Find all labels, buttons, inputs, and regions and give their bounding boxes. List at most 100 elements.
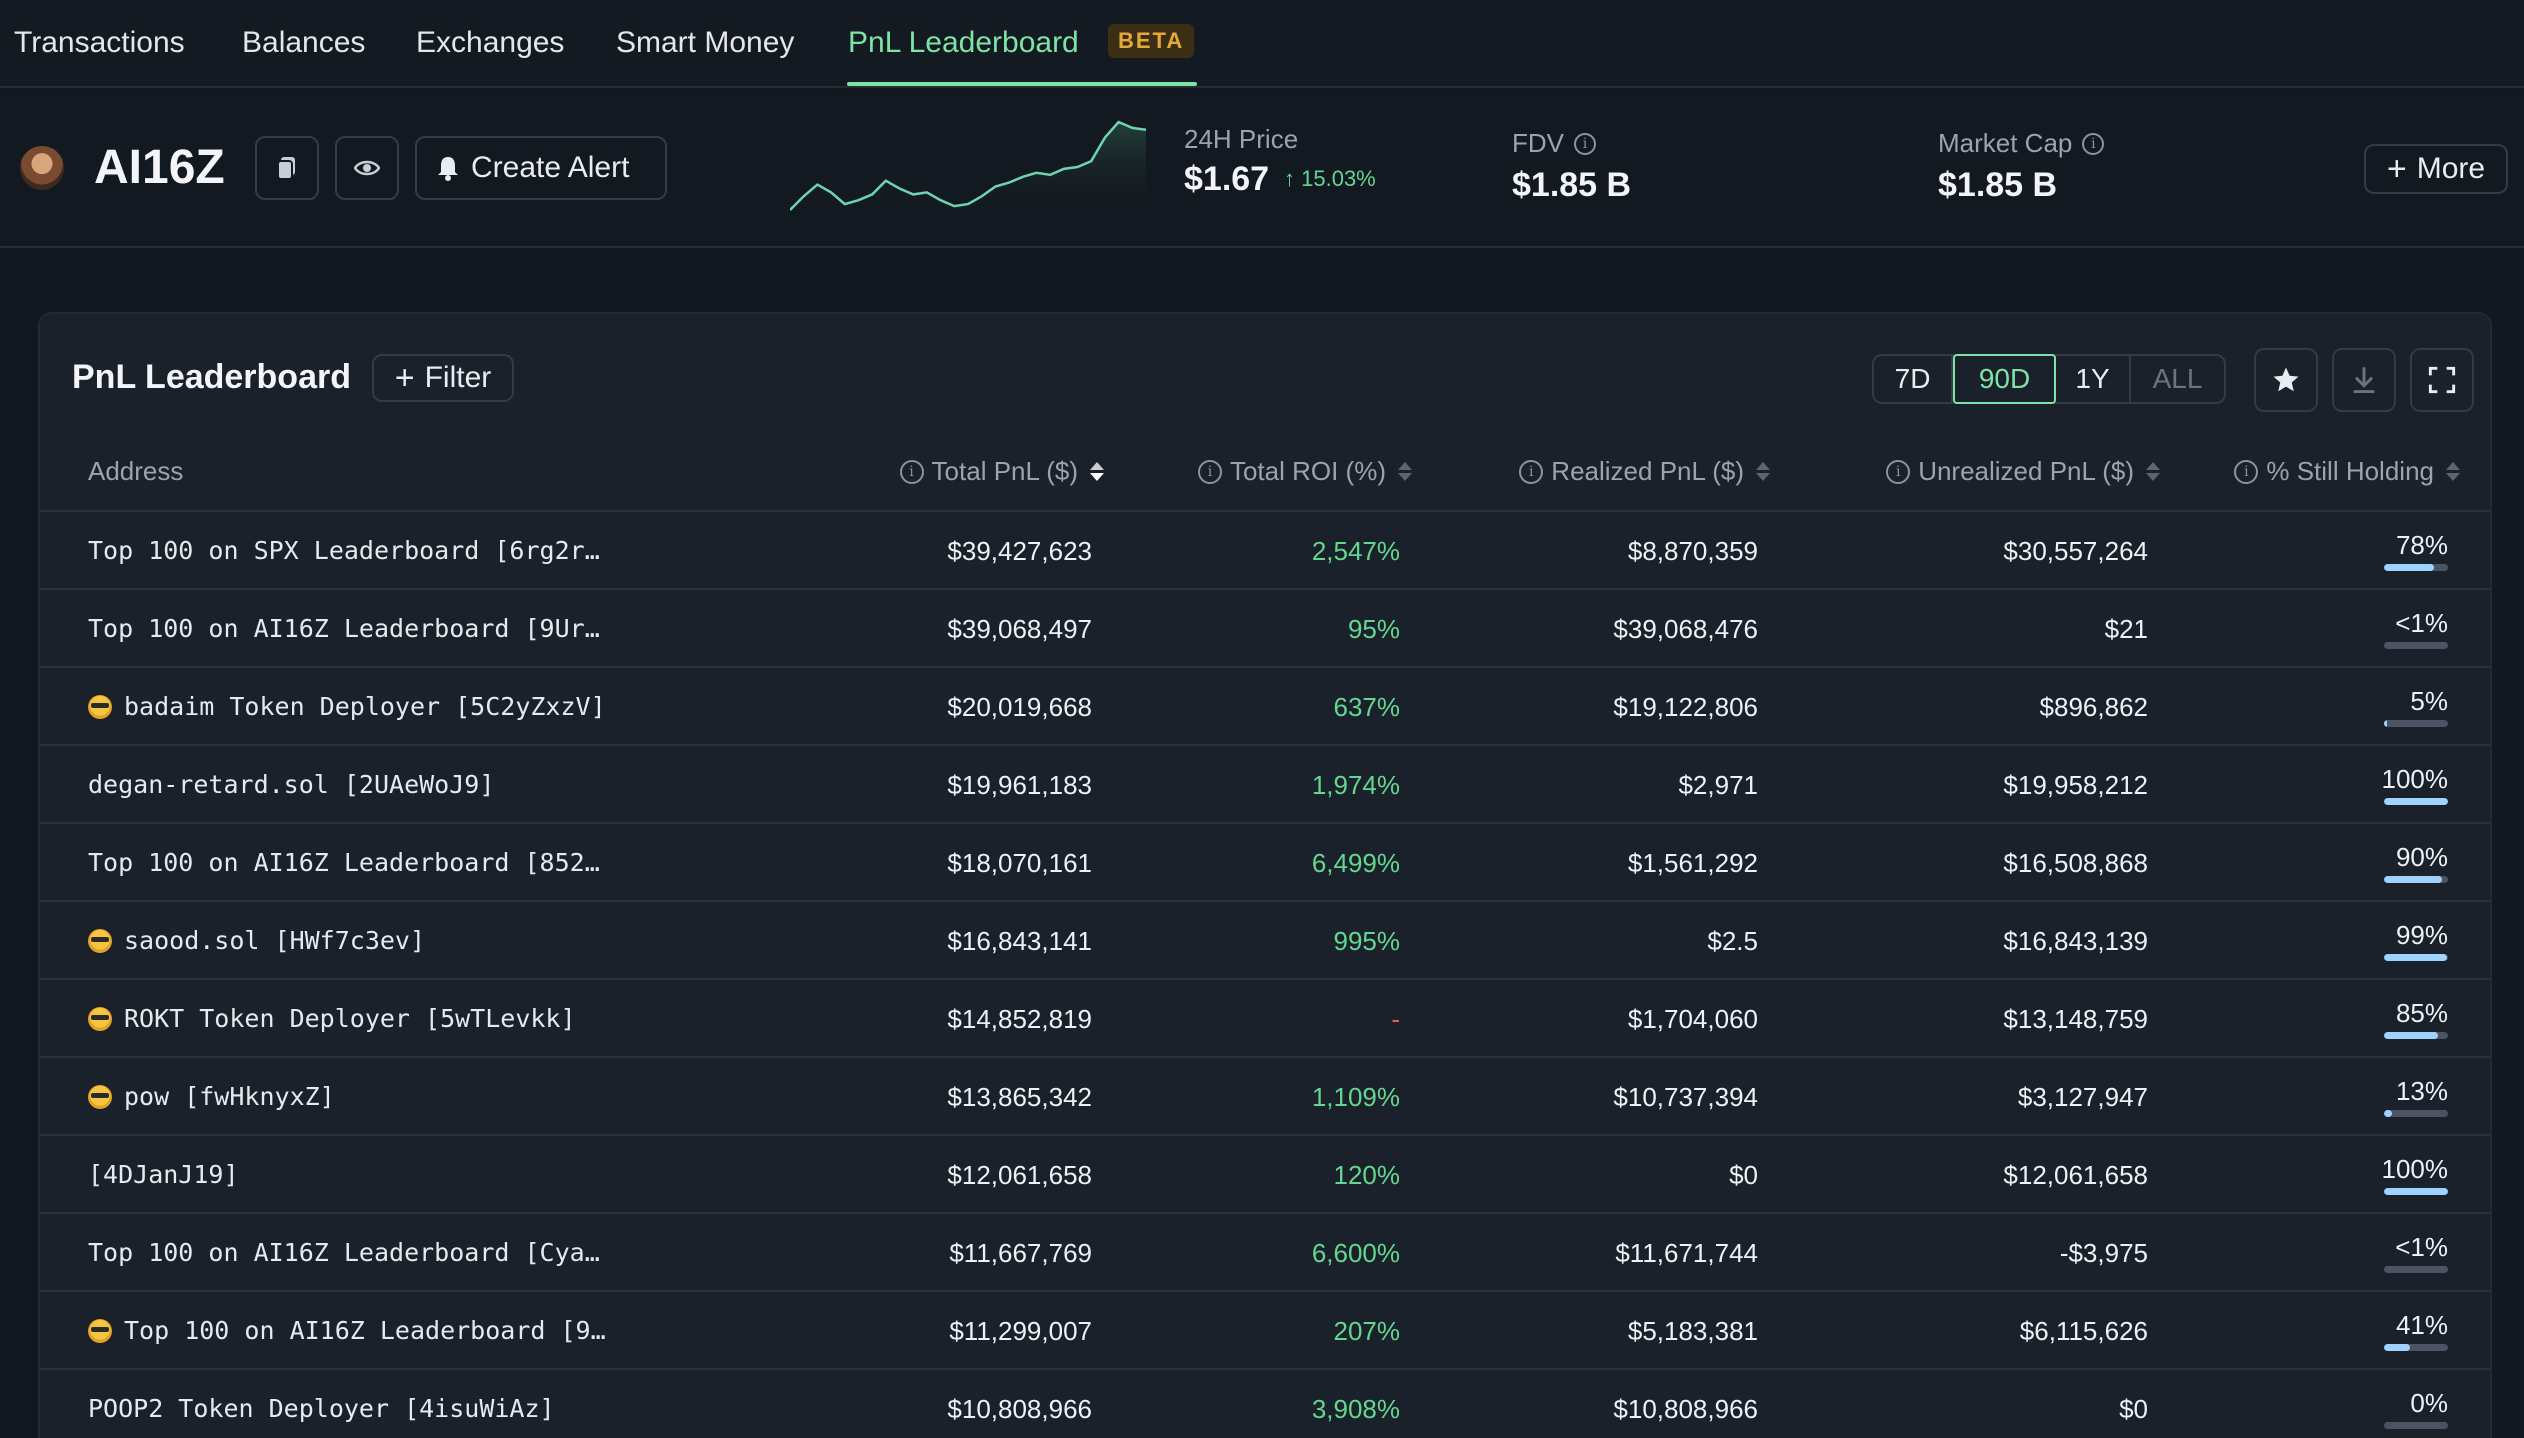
range-all[interactable]: ALL [2131, 356, 2224, 402]
table-row[interactable]: Top 100 on AI16Z Leaderboard [852… $18,07… [40, 824, 2490, 902]
info-icon[interactable]: i [1197, 459, 1222, 484]
header-total-pnl[interactable]: i Total PnL ($) [899, 456, 1104, 487]
table-row[interactable]: [4DJanJ19] $12,061,658 120% $0 $12,061,658 10… [40, 1136, 2490, 1214]
info-icon[interactable]: i [1519, 459, 1544, 484]
unrealized-pnl-cell: $6,115,626 [2019, 1316, 2148, 1346]
table-row[interactable]: pow [fwHknyxZ] $13,865,342 1,109% $10,737,3… [40, 1058, 2490, 1136]
address-cell[interactable]: Top 100 on AI16Z Leaderboard [9Ur… [88, 614, 600, 643]
address-cell[interactable]: pow [fwHknyxZ] [88, 1082, 335, 1111]
tab-smart-money[interactable]: Smart Money [616, 26, 794, 60]
sort-icon[interactable] [2146, 462, 2160, 481]
address-label[interactable]: badaim Token Deployer [5C2yZxzV] [124, 692, 606, 721]
still-holding-bar-fill [2384, 720, 2388, 727]
table-row[interactable]: Top 100 on AI16Z Leaderboard [Cya… $11,66… [40, 1214, 2490, 1292]
copy-icon [277, 157, 295, 180]
sort-desc-icon[interactable] [1090, 462, 1104, 481]
star-icon [2273, 367, 2299, 392]
still-holding-value: 78% [2395, 530, 2448, 560]
more-button[interactable]: + More [2364, 144, 2508, 194]
create-alert-button[interactable]: Create Alert [415, 136, 667, 200]
table-row[interactable]: saood.sol [HWf7c3ev] $16,843,141 995% $2.5 $… [40, 902, 2490, 980]
address-cell[interactable]: POOP2 Token Deployer [4isuWiAz] [88, 1394, 555, 1423]
watch-button[interactable] [335, 136, 399, 200]
header-still-holding[interactable]: i % Still Holding [2234, 456, 2460, 487]
info-icon[interactable]: i [899, 459, 924, 484]
table-row[interactable]: Top 100 on AI16Z Leaderboard [9Ur… $39,06… [40, 590, 2490, 668]
mcap-label-text: Market Cap [1938, 128, 2073, 158]
address-label[interactable]: [4DJanJ19] [88, 1160, 239, 1189]
realized-pnl-cell: $10,808,966 [1613, 1394, 1758, 1424]
table-row[interactable]: ROKT Token Deployer [5wTLevkk] $14,852,81… [40, 980, 2490, 1058]
still-holding-bar [2384, 1032, 2448, 1039]
sort-icon[interactable] [2446, 462, 2460, 481]
range-90d[interactable]: 90D [1953, 354, 2056, 404]
address-cell[interactable]: degan-retard.sol [2UAeWoJ9] [88, 770, 494, 799]
favorite-button[interactable] [2254, 348, 2318, 412]
info-icon[interactable]: i [1886, 459, 1911, 484]
total-pnl-cell: $39,068,497 [947, 614, 1092, 644]
address-cell[interactable]: Top 100 on SPX Leaderboard [6rg2r… [88, 536, 600, 565]
unrealized-pnl-cell: -$3,975 [2059, 1238, 2148, 1268]
address-cell[interactable]: Top 100 on AI16Z Leaderboard [Cya… [88, 1238, 600, 1267]
address-cell[interactable]: badaim Token Deployer [5C2yZxzV] [88, 692, 606, 721]
sunglasses-emoji-icon [88, 694, 112, 719]
realized-pnl-cell: $1,561,292 [1627, 848, 1758, 878]
download-icon [2353, 367, 2375, 393]
table-row[interactable]: Top 100 on AI16Z Leaderboard [9… $11,299,… [40, 1292, 2490, 1370]
total-roi-cell: 6,499% [1311, 848, 1400, 878]
realized-pnl-cell: $8,870,359 [1627, 536, 1758, 566]
range-7d[interactable]: 7D [1874, 356, 1954, 402]
tab-pnl-leaderboard[interactable]: PnL Leaderboard [848, 26, 1079, 60]
filter-button[interactable]: + Filter [372, 354, 514, 402]
tab-balances[interactable]: Balances [242, 26, 365, 60]
address-label[interactable]: saood.sol [HWf7c3ev] [124, 926, 425, 955]
table-row[interactable]: Top 100 on SPX Leaderboard [6rg2r… $39,42… [40, 512, 2490, 590]
sort-icon[interactable] [1398, 462, 1412, 481]
fullscreen-button[interactable] [2410, 348, 2474, 412]
address-label[interactable]: Top 100 on AI16Z Leaderboard [9… [124, 1316, 606, 1345]
header-realized-pnl[interactable]: i Realized PnL ($) [1519, 456, 1770, 487]
address-label[interactable]: POOP2 Token Deployer [4isuWiAz] [88, 1394, 555, 1423]
address-label[interactable]: Top 100 on AI16Z Leaderboard [9Ur… [88, 614, 600, 643]
address-label[interactable]: Top 100 on AI16Z Leaderboard [852… [88, 848, 600, 877]
header-total-roi[interactable]: i Total ROI (%) [1197, 456, 1412, 487]
unrealized-pnl-cell: $0 [2119, 1394, 2148, 1424]
total-pnl-cell: $14,852,819 [947, 1004, 1092, 1034]
table-row[interactable]: badaim Token Deployer [5C2yZxzV] $20,019,… [40, 668, 2490, 746]
tab-exchanges[interactable]: Exchanges [416, 26, 564, 60]
copy-button[interactable] [255, 136, 319, 200]
info-icon[interactable]: i [2082, 132, 2105, 155]
address-label[interactable]: ROKT Token Deployer [5wTLevkk] [124, 1004, 576, 1033]
bell-icon [438, 157, 458, 181]
address-cell[interactable]: ROKT Token Deployer [5wTLevkk] [88, 1004, 576, 1033]
still-holding-bar-fill [2384, 1344, 2411, 1351]
address-label[interactable]: Top 100 on AI16Z Leaderboard [Cya… [88, 1238, 600, 1267]
address-label[interactable]: pow [fwHknyxZ] [124, 1082, 335, 1111]
address-label[interactable]: Top 100 on SPX Leaderboard [6rg2r… [88, 536, 600, 565]
info-icon[interactable]: i [2234, 459, 2259, 484]
realized-pnl-cell: $10,737,394 [1613, 1082, 1758, 1112]
still-holding-value: 100% [2381, 1154, 2449, 1184]
header-unrealized-pnl[interactable]: i Unrealized PnL ($) [1886, 456, 2160, 487]
sunglasses-emoji-icon [88, 1084, 112, 1109]
still-holding-value: <1% [2395, 1232, 2448, 1262]
address-cell[interactable]: [4DJanJ19] [88, 1160, 239, 1189]
total-roi-cell: 995% [1333, 926, 1401, 956]
table-row[interactable]: degan-retard.sol [2UAeWoJ9] $19,961,183 1,… [40, 746, 2490, 824]
address-cell[interactable]: Top 100 on AI16Z Leaderboard [852… [88, 848, 600, 877]
address-label[interactable]: degan-retard.sol [2UAeWoJ9] [88, 770, 494, 799]
table-row[interactable]: POOP2 Token Deployer [4isuWiAz] $10,808,9… [40, 1370, 2490, 1438]
mcap-label: Market Cap i [1938, 128, 2105, 159]
still-holding-value: 13% [2395, 1076, 2448, 1106]
sort-icon[interactable] [1756, 462, 1770, 481]
total-roi-cell: 95% [1347, 614, 1400, 644]
still-holding-bar-fill [2384, 954, 2448, 961]
arrow-up-icon: ↑ [1284, 166, 1295, 191]
range-1y[interactable]: 1Y [2056, 356, 2132, 402]
address-cell[interactable]: Top 100 on AI16Z Leaderboard [9… [88, 1316, 606, 1345]
address-cell[interactable]: saood.sol [HWf7c3ev] [88, 926, 425, 955]
still-holding-bar [2384, 1110, 2448, 1117]
tab-transactions[interactable]: Transactions [14, 26, 185, 60]
info-icon[interactable]: i [1574, 132, 1596, 155]
download-button[interactable] [2332, 348, 2396, 412]
